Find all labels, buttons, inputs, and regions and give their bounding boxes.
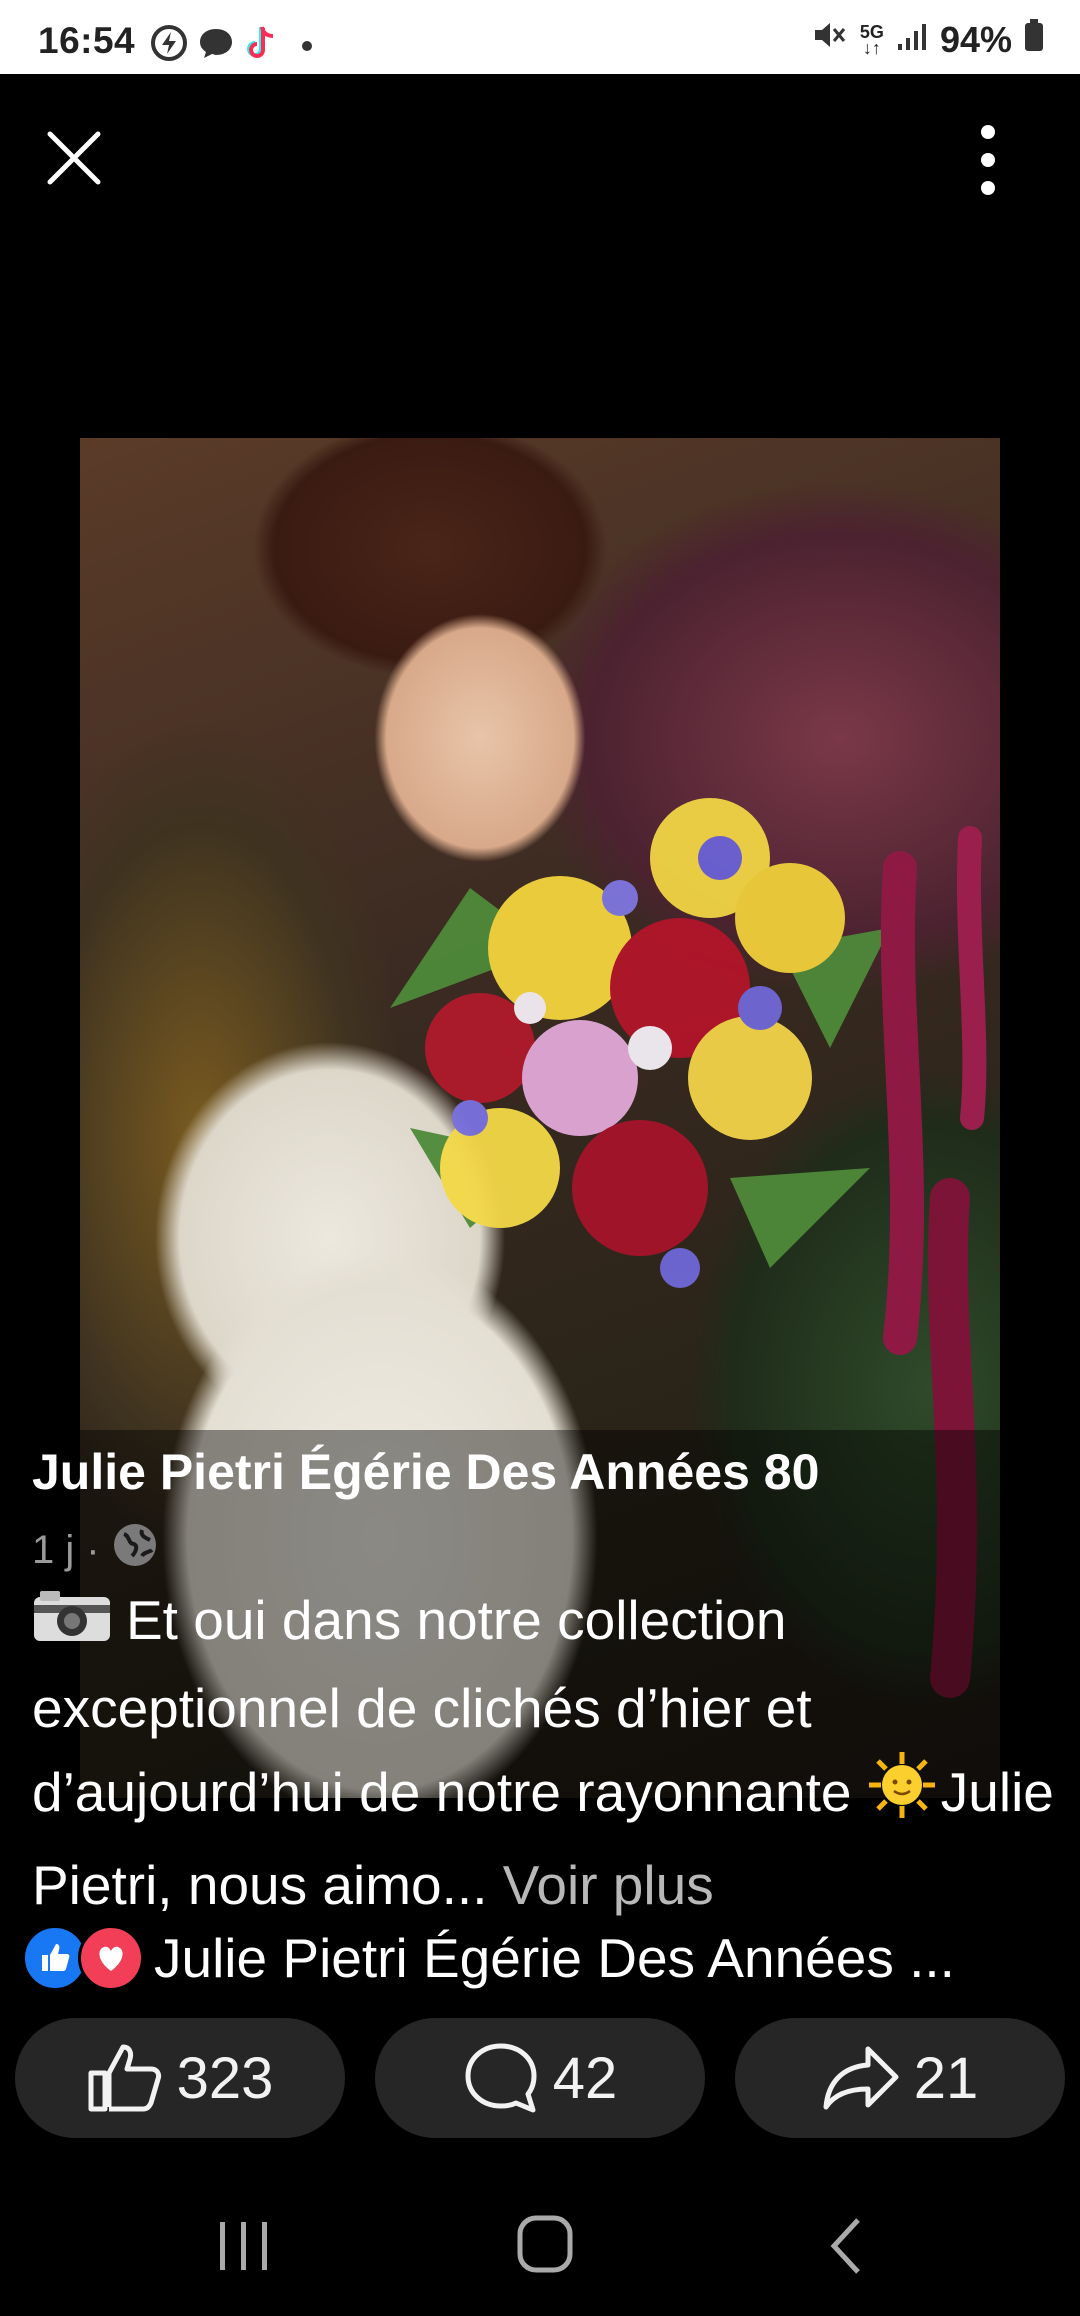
meta-separator: · xyxy=(86,1527,100,1572)
recents-icon xyxy=(220,2222,267,2270)
post-time[interactable]: 1 j xyxy=(32,1528,74,1573)
signal-icon xyxy=(896,19,928,61)
like-count: 323 xyxy=(176,2045,274,2111)
network-5g-icon: 5G ↓↑ xyxy=(859,21,884,58)
share-button[interactable]: 21 xyxy=(735,2018,1065,2138)
comment-count: 42 xyxy=(552,2045,618,2111)
post-meta: 1 j · xyxy=(32,1522,158,1578)
reactions-names: Julie Pietri Égérie Des Années ... xyxy=(154,1927,955,1989)
mute-icon xyxy=(812,18,848,61)
post-text-line1: Et oui dans notre collection exceptionne… xyxy=(32,1589,867,1824)
thumbs-up-icon xyxy=(88,2044,161,2112)
dot-icon xyxy=(302,40,312,51)
camera-emoji-icon xyxy=(32,1582,112,1666)
home-button[interactable] xyxy=(516,2214,574,2279)
status-bar: 16:54 5G ↓↑ 94% xyxy=(0,0,1080,74)
share-arrow-icon xyxy=(823,2046,899,2110)
battery-level: 94% xyxy=(939,18,1012,60)
post-text: Et oui dans notre collection exceptionne… xyxy=(32,1578,1062,1927)
more-options-button[interactable] xyxy=(960,122,1016,198)
see-more-link[interactable]: Voir plus xyxy=(487,1854,714,1916)
recent-apps-button[interactable] xyxy=(214,2218,274,2279)
back-button[interactable] xyxy=(826,2216,866,2281)
comment-button[interactable]: 42 xyxy=(375,2018,705,2138)
reactions-summary[interactable]: Julie Pietri Égérie Des Années ... xyxy=(22,1925,1062,1991)
post-actions: 323 42 21 xyxy=(0,2018,1080,2138)
home-icon xyxy=(517,2215,573,2273)
chat-bubble-icon xyxy=(198,26,234,65)
more-vertical-icon xyxy=(981,125,995,195)
like-button[interactable]: 323 xyxy=(15,2018,345,2138)
data-saver-icon xyxy=(150,24,188,67)
share-count: 21 xyxy=(913,2045,979,2111)
bouquet-illustration xyxy=(390,798,890,1288)
status-icons-right: 5G ↓↑ 94% xyxy=(812,18,1044,61)
sun-emoji-icon xyxy=(867,1750,937,1843)
page-name-link[interactable]: Julie Pietri Égérie Des Années 80 xyxy=(32,1443,819,1501)
globe-icon xyxy=(112,1522,158,1578)
tiktok-icon xyxy=(244,24,278,67)
battery-icon xyxy=(1024,18,1044,61)
network-label: 5G xyxy=(859,21,884,42)
status-icons-left xyxy=(150,24,312,67)
love-reaction-icon xyxy=(78,1925,144,1991)
back-icon xyxy=(830,2218,860,2274)
comment-icon xyxy=(465,2043,537,2113)
close-button[interactable] xyxy=(44,128,104,188)
status-time: 16:54 xyxy=(38,20,136,61)
system-navigation-bar xyxy=(0,2180,1080,2316)
close-icon xyxy=(47,131,101,185)
